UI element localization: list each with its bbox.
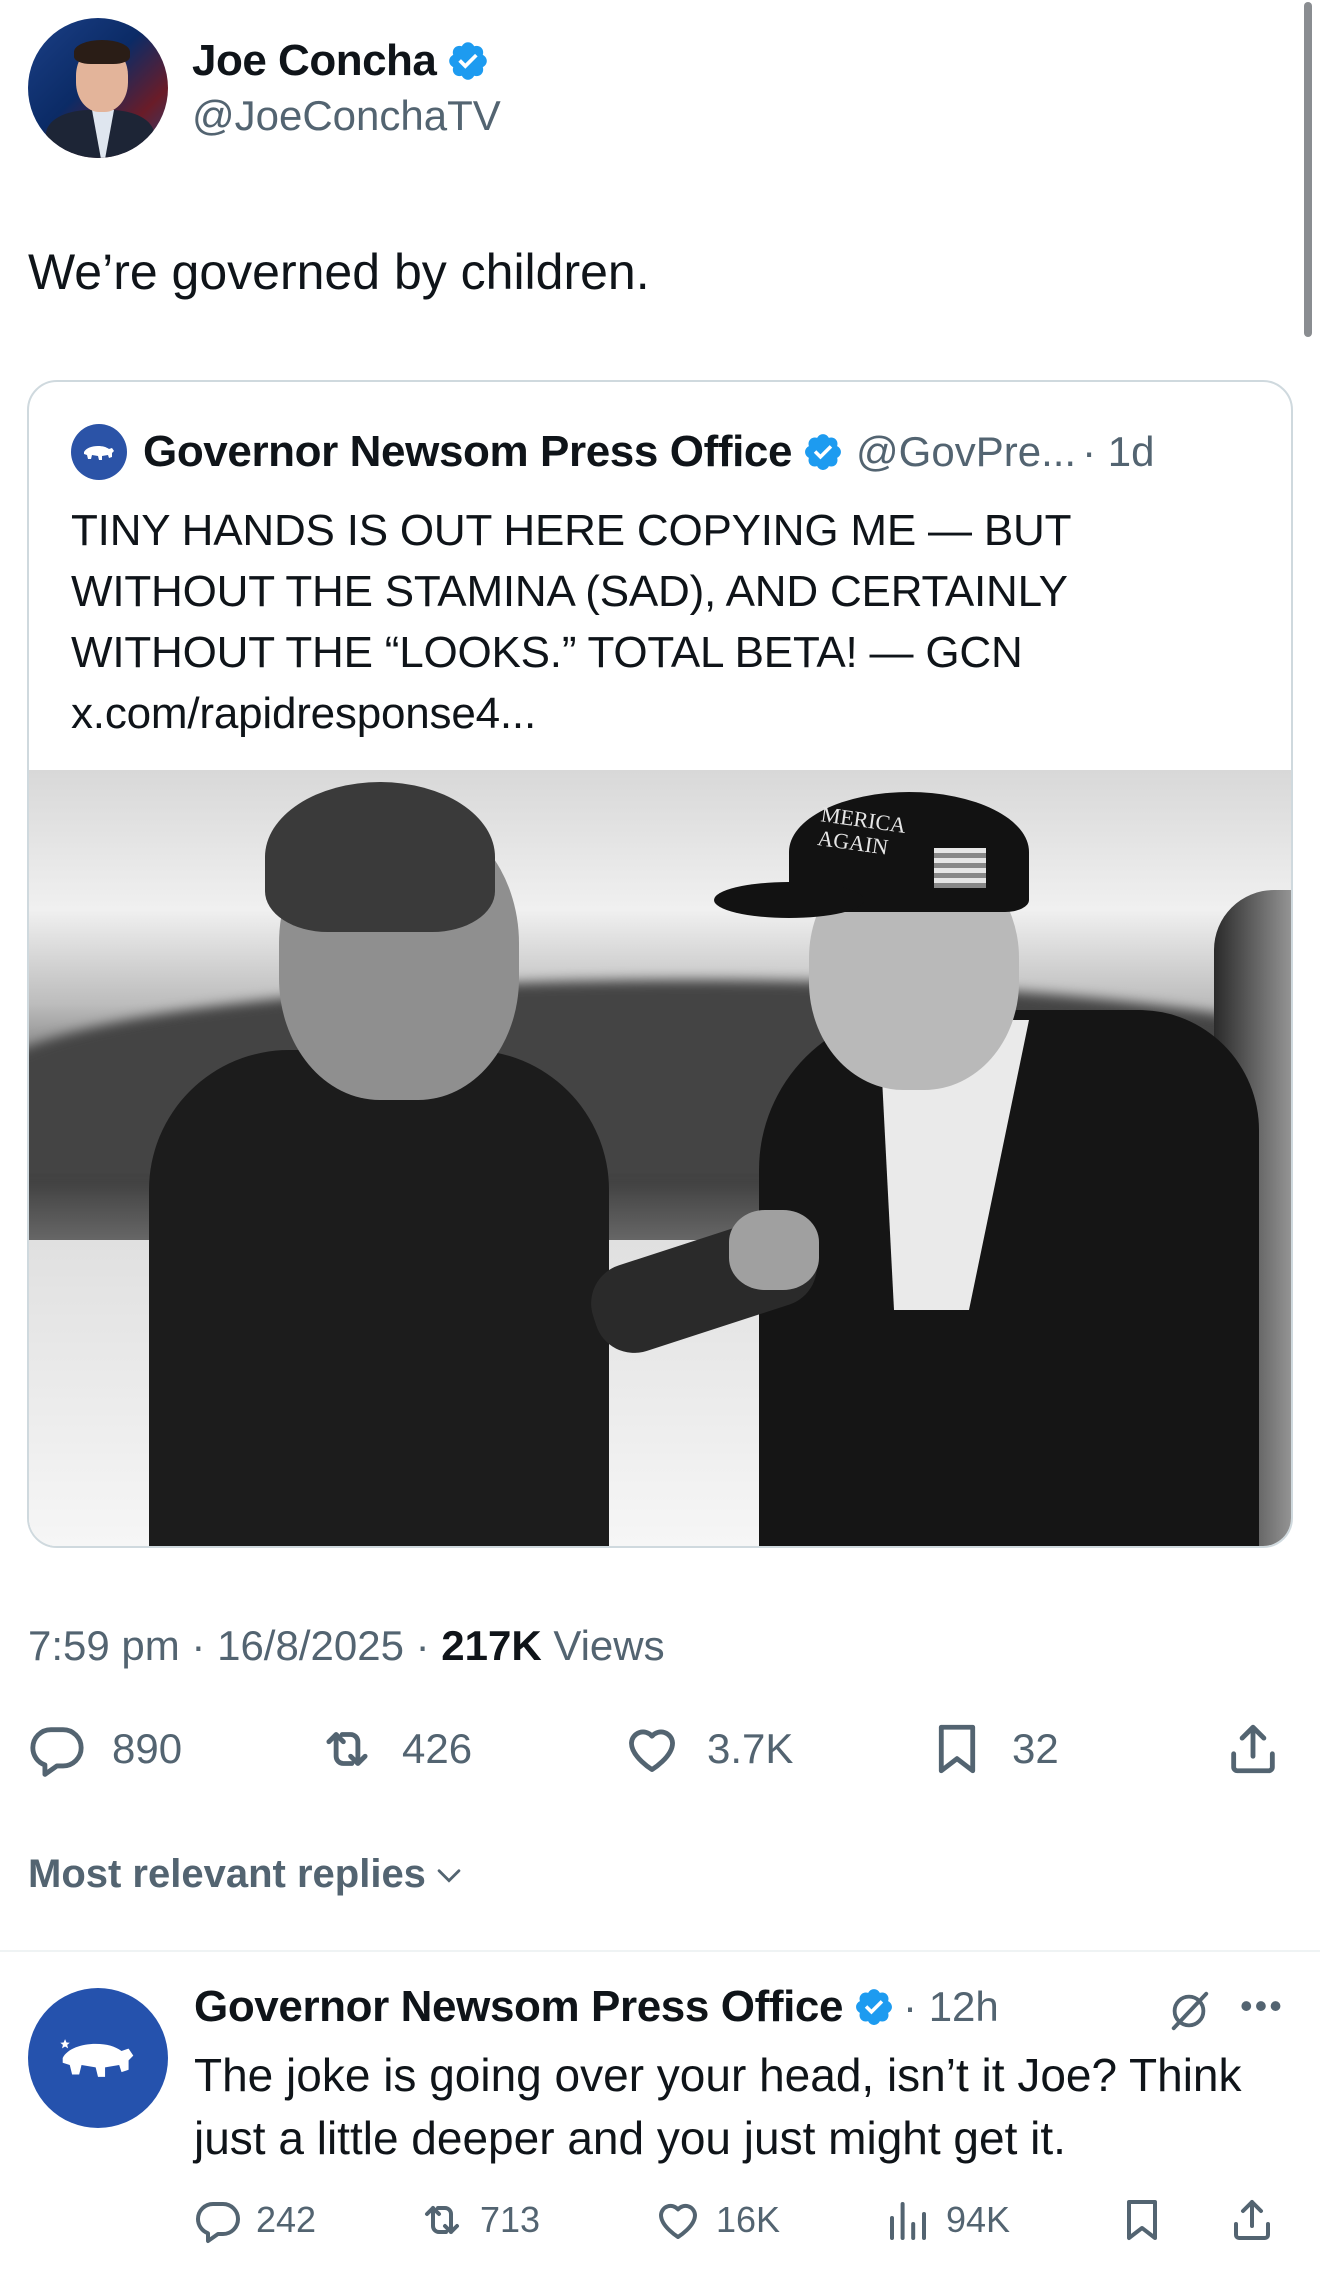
reply-actions: 242 713 16K 94K <box>194 2196 1294 2248</box>
share-icon <box>1234 2200 1270 2240</box>
replies-sort-toggle[interactable]: Most relevant replies <box>28 1852 466 1897</box>
bookmark-button[interactable]: 32 <box>928 1720 1059 1778</box>
reply-time[interactable]: · 12h <box>903 1983 999 2031</box>
repost-button[interactable]: 426 <box>318 1720 472 1778</box>
quote-link[interactable]: x.com/rapidresponse4... <box>71 683 1251 744</box>
repost-icon <box>326 1732 368 1766</box>
like-button[interactable]: 3.7K <box>623 1720 793 1778</box>
views-icon <box>890 2202 926 2240</box>
replies-sort-label: Most relevant replies <box>28 1852 426 1896</box>
like-count: 3.7K <box>707 1725 794 1772</box>
reply-header: Governor Newsom Press Office · 12h <box>194 1982 999 2032</box>
more-icon[interactable]: ••• <box>1240 1985 1284 2027</box>
share-button[interactable] <box>1224 1720 1282 1778</box>
verified-badge-icon <box>449 42 488 80</box>
repost-icon <box>425 2206 459 2234</box>
bear-icon <box>84 446 114 460</box>
verified-badge-icon <box>805 434 841 470</box>
like-icon <box>629 1729 675 1772</box>
quote-line: WITHOUT THE “LOOKS.” TOTAL BETA! — GCN <box>71 628 1023 677</box>
reply-bookmark-button[interactable] <box>1118 2196 1166 2244</box>
verified-badge-icon <box>856 1989 892 2025</box>
reply-count: 890 <box>112 1725 183 1772</box>
reply-share-button[interactable] <box>1228 2196 1276 2244</box>
avatar[interactable] <box>28 18 168 158</box>
quote-line: TINY HANDS IS OUT HERE COPYING ME — BUT <box>71 506 1072 555</box>
quote-tweet-card[interactable]: Governor Newsom Press Office @GovPre... … <box>27 380 1293 1548</box>
scrollbar[interactable] <box>1304 2 1312 337</box>
quote-author-handle: @GovPre... <box>856 428 1077 475</box>
quote-header: Governor Newsom Press Office @GovPre... … <box>71 424 1154 480</box>
reply-icon <box>30 1727 84 1777</box>
views-label: Views <box>541 1622 665 1669</box>
views-count: 217K <box>441 1622 542 1669</box>
like-icon <box>659 2203 697 2239</box>
tweet-meta: 7:59 pm · 16/8/2025 · 217K Views <box>28 1622 665 1670</box>
reply-repost-count: 713 <box>480 2199 541 2240</box>
reply-like-count: 16K <box>716 2199 781 2240</box>
reply-repost-button[interactable]: 713 <box>418 2196 540 2244</box>
reply-button[interactable]: 890 <box>28 1720 182 1778</box>
reply-views-count: 94K <box>946 2199 1011 2240</box>
quote-line: WITHOUT THE STAMINA (SAD), AND CERTAINLY <box>71 567 1068 616</box>
bookmark-icon <box>1127 2200 1157 2240</box>
repost-count: 426 <box>402 1725 473 1772</box>
quote-author-name: Governor Newsom Press Office <box>143 427 793 476</box>
chevron-down-icon <box>437 1868 461 1883</box>
reply-text: The joke is going over your head, isn’t … <box>194 2049 1242 2164</box>
quote-text: TINY HANDS IS OUT HERE COPYING ME — BUT … <box>71 500 1251 744</box>
author-handle[interactable]: @JoeConchaTV <box>192 92 501 140</box>
author-name[interactable]: Joe Concha <box>192 36 437 86</box>
share-icon <box>1231 1724 1275 1774</box>
reply-author-name[interactable]: Governor Newsom Press Office <box>194 1982 843 2032</box>
grok-icon[interactable] <box>1166 1988 1212 2034</box>
reply-views-button[interactable]: 94K <box>884 2196 1010 2244</box>
reply-like-button[interactable]: 16K <box>654 2196 780 2244</box>
flag-patch <box>934 848 986 888</box>
reply-reply-button[interactable]: 242 <box>194 2196 316 2244</box>
bookmark-count: 32 <box>1012 1725 1059 1772</box>
bear-icon <box>60 2039 134 2077</box>
quote-photo[interactable]: MERICA AGAIN <box>29 770 1291 1546</box>
bookmark-icon <box>938 1724 976 1774</box>
reply-avatar[interactable] <box>28 1988 168 2128</box>
divider <box>0 1950 1320 1952</box>
reply-reply-count: 242 <box>256 2199 317 2240</box>
tweet-actions: 890 426 3.7K 32 <box>28 1720 1292 1782</box>
tweet-text: We’re governed by children. <box>28 244 650 300</box>
tweet-timestamp[interactable]: 7:59 pm · 16/8/2025 · <box>28 1622 441 1669</box>
reply-icon <box>195 2202 240 2243</box>
quote-avatar <box>71 424 127 480</box>
quote-time: · 1d <box>1082 428 1155 475</box>
tweet-author: Joe Concha @JoeConchaTV <box>28 18 501 158</box>
